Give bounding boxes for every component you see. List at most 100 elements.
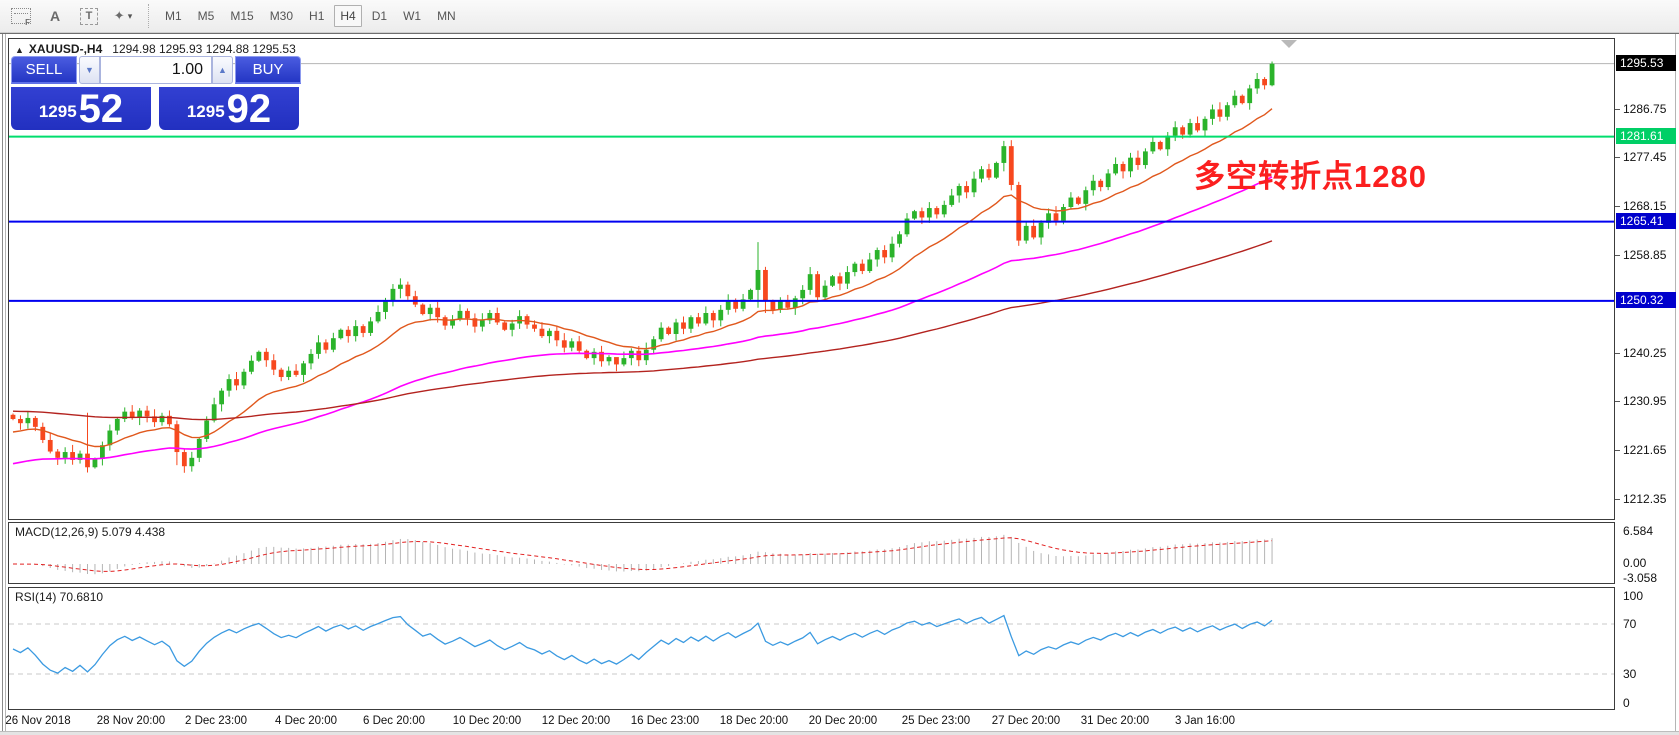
price-tick-label: 1286.75 [1623,102,1666,116]
candle-body [562,340,567,347]
candle-body [26,418,31,423]
moving-average-line-2 [13,241,1272,420]
candle-body [785,301,790,307]
time-axis-label: 27 Dec 20:00 [992,715,1060,727]
candle-body [480,320,485,326]
price-tick-mark [1615,109,1620,110]
timeframe-button-w1[interactable]: W1 [397,5,427,27]
candle-body [391,289,396,301]
candle-body [1247,88,1252,103]
ask-big-digits: 92 [227,91,272,127]
candle-body [547,331,552,336]
candle-body [830,276,835,285]
candle-body [942,205,947,214]
candle-body [324,342,329,349]
timeframe-button-m15[interactable]: M15 [224,5,259,27]
volume-decrease-button[interactable]: ▼ [79,56,100,84]
time-axis-label: 25 Dec 23:00 [902,715,970,727]
window-border-left-inner [5,34,6,735]
rsi-scale-label: 30 [1623,667,1636,681]
bid-price-button[interactable]: 129552 [11,87,151,130]
candle-body [145,411,150,417]
candle-body [1091,181,1096,190]
terminal-screen: A T ✦ ▾ M1M5M15M30H1H4D1W1MN ▲XAUUSD-,H4… [0,0,1679,735]
timeframe-button-d1[interactable]: D1 [366,5,393,27]
line-price-badge: 1281.61 [1616,128,1676,144]
rsi-scale-label: 70 [1623,617,1636,631]
candle-body [182,452,187,466]
timeframe-button-h4[interactable]: H4 [334,5,361,27]
candle-body [1180,127,1185,134]
price-tick-label: 1230.95 [1623,394,1666,408]
grid-icon [11,8,31,24]
macd-signal-line [13,538,1272,572]
candle-body [659,328,664,340]
candle-body [756,270,761,290]
candle-body [443,317,448,325]
time-axis-label: 26 Nov 2018 [5,715,70,727]
price-scale[interactable]: 1286.751277.451268.151258.851240.251230.… [1615,34,1679,735]
macd-indicator-panel[interactable]: MACD(12,26,9) 5.079 4.438 [8,522,1615,584]
price-chart-panel[interactable]: ▲XAUUSD-,H41294.98 1295.93 1294.88 1295.… [8,38,1615,520]
candle-body [189,458,194,466]
candle-body [1240,96,1245,103]
candle-body [979,169,984,178]
candle-body [614,357,619,364]
volume-input[interactable] [100,56,212,84]
candle-body [368,321,373,333]
chevron-down-icon: ▾ [128,11,133,22]
text-box-tool-button[interactable]: T [76,4,102,28]
candle-body [309,354,314,363]
candle-body [1262,79,1267,85]
window-border-left [2,34,3,735]
collapse-panel-icon[interactable]: ▲ [15,45,24,55]
candle-body [1128,158,1133,172]
candle-body [1009,146,1014,185]
candle-body [346,330,351,336]
time-axis-label: 28 Nov 20:00 [97,715,165,727]
candle-body [458,311,463,319]
macd-scale-label: 0.00 [1623,556,1646,570]
candle-body [435,308,440,317]
time-axis-label: 12 Dec 20:00 [542,715,610,727]
candle-body [681,322,686,328]
candle-body [55,452,60,458]
candle-body [733,301,738,308]
arrows-tool-button[interactable]: ✦ ▾ [110,4,136,28]
price-tick-mark [1615,255,1620,256]
candle-body [607,357,612,361]
candle-body [532,325,537,329]
candle-body [1270,64,1275,86]
timeframe-button-h1[interactable]: H1 [303,5,330,27]
sell-button[interactable]: SELL [11,56,77,84]
timeframe-button-mn[interactable]: MN [431,5,462,27]
price-tick-label: 1268.15 [1623,199,1666,213]
timeframe-button-m5[interactable]: M5 [192,5,221,27]
candle-body [1039,223,1044,238]
candle-body [1031,226,1036,238]
candle-body [771,301,776,309]
trend-annotation-text: 多空转折点1280 [1194,151,1427,196]
candle-body [420,305,425,314]
candle-body [674,322,679,334]
text-label-tool-button[interactable]: A [42,4,68,28]
ask-price-button[interactable]: 129592 [159,87,299,130]
cursor-grid-tool-button[interactable] [8,4,34,28]
price-tick-label: 1240.25 [1623,346,1666,360]
price-tick-label: 1212.35 [1623,492,1666,506]
timeframe-button-m1[interactable]: M1 [159,5,188,27]
macd-canvas [9,523,1614,583]
buy-button[interactable]: BUY [235,56,301,84]
candle-body [40,427,45,440]
candle-body [584,351,589,358]
chart-shift-marker-icon[interactable] [1281,40,1297,48]
volume-increase-button[interactable]: ▲ [212,56,233,84]
candle-body [711,313,716,320]
candle-body [405,285,410,297]
candle-body [1054,213,1059,220]
timeframe-button-m30[interactable]: M30 [264,5,299,27]
rsi-indicator-panel[interactable]: RSI(14) 70.6810 [8,587,1615,710]
time-axis[interactable]: 26 Nov 201828 Nov 20:002 Dec 23:004 Dec … [0,712,1679,732]
candle-body [510,323,515,329]
text-box-icon: T [80,8,98,25]
